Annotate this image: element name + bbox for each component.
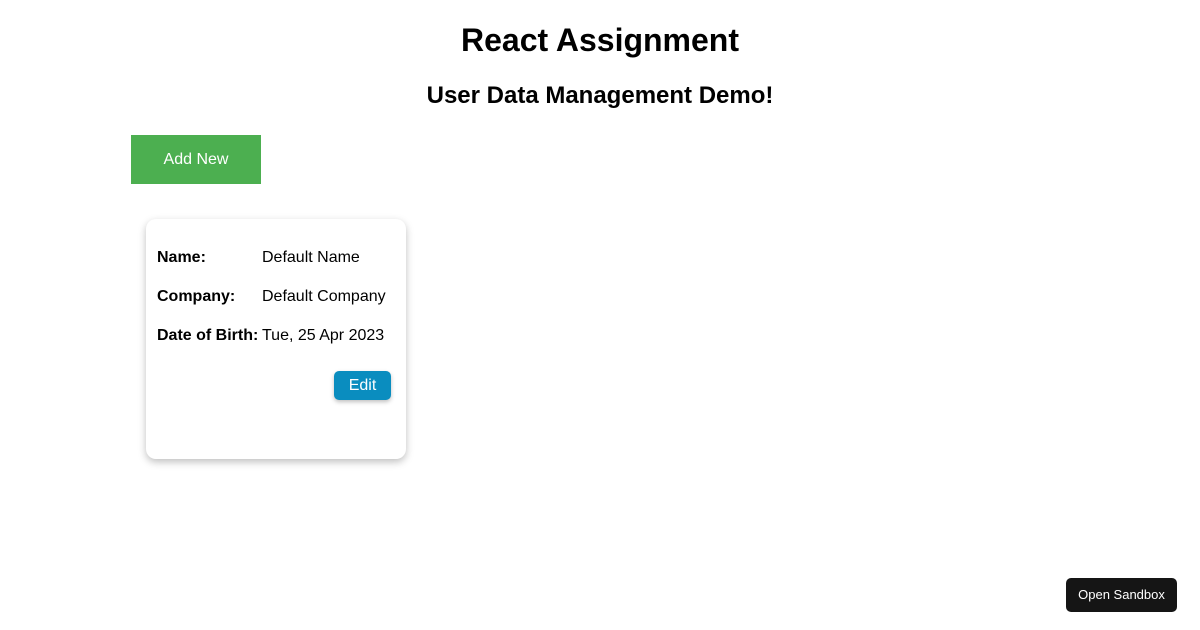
dob-label: Date of Birth: bbox=[157, 327, 259, 344]
page-subtitle: User Data Management Demo! bbox=[426, 82, 774, 109]
edit-button[interactable]: Edit bbox=[334, 371, 391, 400]
company-row: Company: Default Company bbox=[157, 287, 386, 307]
name-label: Name: bbox=[157, 249, 206, 266]
name-row: Name: Default Name bbox=[157, 248, 360, 268]
dob-row: Date of Birth: Tue, 25 Apr 2023 bbox=[157, 326, 384, 346]
add-new-button[interactable]: Add New bbox=[131, 135, 261, 184]
company-value: Default Company bbox=[262, 288, 386, 305]
user-card: Name: Default Name Company: Default Compan… bbox=[146, 219, 406, 459]
page-title: React Assignment bbox=[461, 22, 739, 58]
company-label: Company: bbox=[157, 288, 236, 305]
dob-value: Tue, 25 Apr 2023 bbox=[262, 327, 385, 344]
open-sandbox-button[interactable]: Open Sandbox bbox=[1066, 578, 1177, 612]
name-value: Default Name bbox=[262, 249, 360, 266]
page: React Assignment User Data Management De… bbox=[0, 0, 1200, 630]
